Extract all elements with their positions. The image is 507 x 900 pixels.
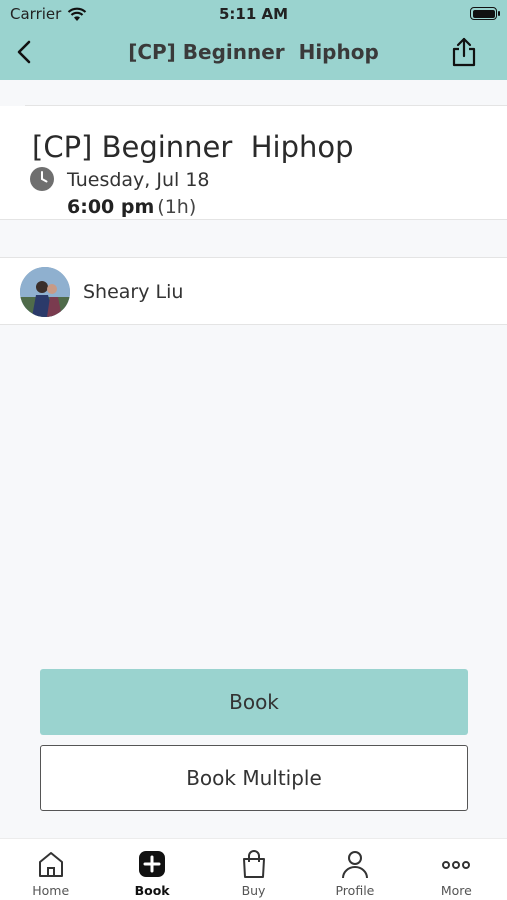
class-time-row: 6:00 pm (1h): [67, 196, 196, 218]
share-icon: [452, 37, 476, 67]
book-multiple-button[interactable]: Book Multiple: [40, 745, 468, 811]
chevron-left-icon: [17, 40, 31, 64]
tab-label: More: [440, 883, 472, 898]
tab-book[interactable]: Book: [101, 839, 202, 900]
class-details-card: [CP] Beginner Hiphop Tuesday, Jul 18 6:0…: [0, 106, 507, 220]
plus-square-icon: [139, 851, 166, 877]
tab-profile[interactable]: Profile: [304, 839, 405, 900]
tab-home[interactable]: Home: [0, 839, 101, 900]
tab-label: Buy: [241, 883, 266, 898]
person-icon: [341, 851, 368, 879]
clock-icon: [30, 167, 54, 191]
tab-bar: Home Book Buy Profile More: [0, 838, 507, 900]
ellipsis-icon: [442, 861, 471, 869]
nav-title: [CP] Beginner Hiphop: [128, 40, 379, 64]
tab-label: Book: [134, 883, 170, 898]
tab-buy[interactable]: Buy: [203, 839, 304, 900]
tab-label: Profile: [335, 883, 375, 898]
status-time: 5:11 AM: [218, 5, 289, 23]
class-name: [CP] Beginner Hiphop: [32, 130, 354, 164]
status-bar: Carrier 5:11 AM: [0, 0, 507, 28]
tab-label: Home: [32, 883, 70, 898]
class-time: 6:00 pm: [67, 196, 155, 218]
book-button[interactable]: Book: [40, 669, 468, 735]
avatar: [20, 267, 70, 317]
class-date: Tuesday, Jul 18: [67, 169, 210, 191]
avatar-photo: [20, 267, 70, 317]
shopping-bag-icon: [242, 850, 265, 878]
share-button[interactable]: [449, 36, 479, 68]
battery-icon: [470, 7, 500, 20]
instructor-name: Sheary Liu: [83, 281, 184, 303]
class-duration: (1h): [157, 196, 197, 218]
home-icon: [38, 852, 63, 877]
tab-more[interactable]: More: [406, 839, 507, 900]
back-button[interactable]: [12, 38, 38, 66]
top-bar: Carrier 5:11 AM [CP] Beginner Hiphop: [0, 0, 507, 80]
instructor-row[interactable]: Sheary Liu: [0, 257, 507, 325]
